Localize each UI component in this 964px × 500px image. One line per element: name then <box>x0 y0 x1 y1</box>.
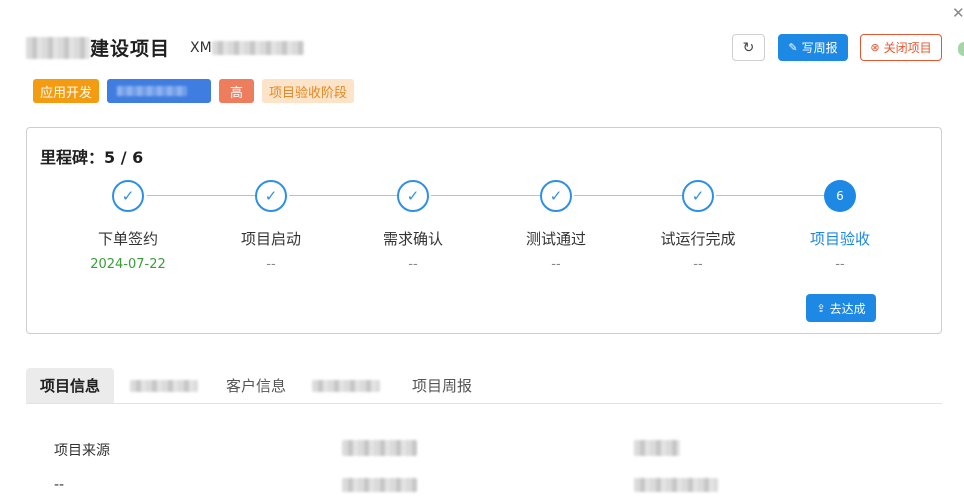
refresh-icon: ↻ <box>742 39 755 56</box>
write-weekly-report-button[interactable]: ✎ 写周报 <box>778 34 848 61</box>
step-label: 试运行完成 <box>660 230 736 248</box>
page-title: 建设项目 <box>90 38 171 60</box>
reach-milestone-button[interactable]: ⇪ 去达成 <box>806 294 876 322</box>
project-header: 建设项目 XM ↻ ✎ 写周报 ⊗ 关闭项目 <box>26 32 946 66</box>
redacted-field-value <box>634 478 718 492</box>
side-status-indicator <box>958 42 964 56</box>
step-check-icon: ✓ <box>540 180 572 212</box>
dialog-close-icon[interactable]: ✕ <box>952 4 964 22</box>
tab-customer-info[interactable]: 客户信息 <box>216 368 296 403</box>
milestone-title: 里程碑：5 / 6 <box>40 144 143 168</box>
step-label: 项目启动 <box>240 230 301 248</box>
tab-weekly-report[interactable]: 项目周报 <box>402 368 482 403</box>
tab-redacted-1[interactable] <box>130 368 198 403</box>
step-connector <box>431 195 540 196</box>
step-check-icon: ✓ <box>397 180 429 212</box>
step-check-icon: ✓ <box>112 180 144 212</box>
redacted-title-prefix <box>26 36 90 59</box>
upload-icon: ⇪ <box>816 301 826 315</box>
project-code: XM <box>190 39 212 56</box>
tab-redacted-2[interactable] <box>312 368 380 403</box>
step-label: 需求确认 <box>382 230 443 248</box>
step-date: -- <box>551 257 561 272</box>
milestone-label: 里程碑： <box>40 148 105 167</box>
stage-tag: 项目验收阶段 <box>262 79 355 103</box>
step-date: -- <box>408 257 418 272</box>
step-label-current: 项目验收 <box>809 230 870 248</box>
project-tags: 应用开发 高 项目验收阶段 <box>33 79 355 103</box>
redacted-field-label <box>634 440 680 456</box>
milestone-progress: 5 / 6 <box>104 148 144 167</box>
redacted-field-label <box>342 440 417 456</box>
step-check-icon: ✓ <box>682 180 714 212</box>
step-connector <box>574 195 682 196</box>
project-source-label: 项目来源 <box>54 443 110 459</box>
tab-project-info[interactable]: 项目信息 <box>26 368 114 403</box>
step-connector <box>289 195 397 196</box>
detail-tabs: 项目信息 客户信息 项目周报 <box>26 368 942 404</box>
step-number-badge: 6 <box>824 180 856 212</box>
type-tag: 应用开发 <box>33 79 100 103</box>
priority-tag: 高 <box>219 79 255 103</box>
redacted-field-value <box>342 478 417 492</box>
step-date: -- <box>266 257 276 272</box>
step-connector <box>716 195 824 196</box>
close-project-button[interactable]: ⊗ 关闭项目 <box>860 34 942 61</box>
step-connector <box>147 195 255 196</box>
close-project-label: 关闭项目 <box>883 41 932 55</box>
edit-icon: ✎ <box>788 41 798 54</box>
step-check-icon: ✓ <box>255 180 287 212</box>
step-date: -- <box>693 257 703 272</box>
title-area: 建设项目 XM <box>26 34 304 61</box>
project-source-value: -- <box>54 477 65 493</box>
reach-milestone-label: 去达成 <box>829 301 866 316</box>
redacted-tag <box>107 79 212 103</box>
milestone-card: 里程碑：5 / 6 ✓ 下单签约 2024-07-22 ✓ 项目启动 -- ✓ … <box>26 127 942 334</box>
step-label: 测试通过 <box>525 230 586 248</box>
step-label: 下单签约 <box>97 230 158 248</box>
write-weekly-report-label: 写周报 <box>801 41 838 55</box>
step-date: -- <box>835 257 845 272</box>
redacted-project-code <box>211 40 304 55</box>
step-date: 2024-07-22 <box>90 257 166 272</box>
close-circle-icon: ⊗ <box>870 41 880 54</box>
refresh-button[interactable]: ↻ <box>732 34 765 61</box>
